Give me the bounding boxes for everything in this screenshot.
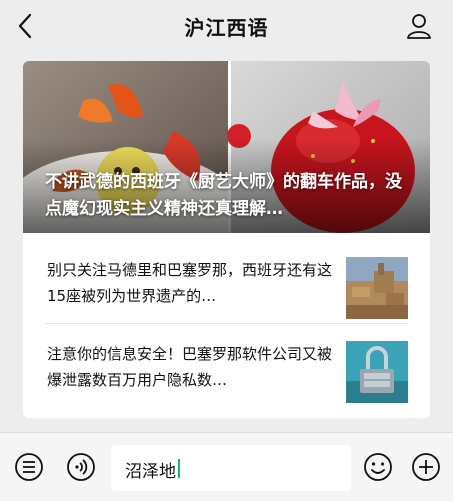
divider — [45, 323, 408, 324]
menu-icon[interactable] — [14, 452, 44, 482]
chat-input-bar: 沼泽地 — [0, 432, 453, 501]
article-title: 别只关注马德里和巴塞罗那，西班牙还有这15座被列为世界遗产的… — [47, 261, 333, 305]
padlock-thumbnail — [346, 341, 408, 403]
article-title: 注意你的信息安全！巴塞罗那软件公司又被爆泄露数百万用户隐私数… — [47, 345, 333, 389]
article-list-item[interactable]: 别只关注马德里和巴塞罗那，西班牙还有这15座被列为世界遗产的… — [23, 247, 430, 319]
page-title: 沪江西语 — [184, 16, 269, 40]
user-profile-icon[interactable] — [405, 12, 433, 40]
navbar: 沪江西语 — [0, 0, 453, 52]
article-list-item[interactable]: 注意你的信息安全！巴塞罗那软件公司又被爆泄露数百万用户隐私数… — [23, 331, 430, 403]
hero-article[interactable]: 不讲武德的西班牙《厨艺大师》的翻车作品，没点魔幻现实主义精神还真理解… — [23, 61, 430, 233]
message-input[interactable]: 沼泽地 — [111, 445, 351, 491]
message-input-text: 沼泽地 — [125, 462, 176, 482]
plus-icon[interactable] — [411, 452, 441, 482]
text-caret — [178, 459, 180, 478]
article-card: 不讲武德的西班牙《厨艺大师》的翻车作品，没点魔幻现实主义精神还真理解… 别只关注… — [23, 61, 430, 418]
hero-article-title: 不讲武德的西班牙《厨艺大师》的翻车作品，没点魔幻现实主义精神还真理解… — [45, 172, 402, 219]
emoji-icon[interactable] — [363, 452, 393, 482]
city-thumbnail — [346, 257, 408, 319]
voice-icon[interactable] — [66, 452, 96, 482]
